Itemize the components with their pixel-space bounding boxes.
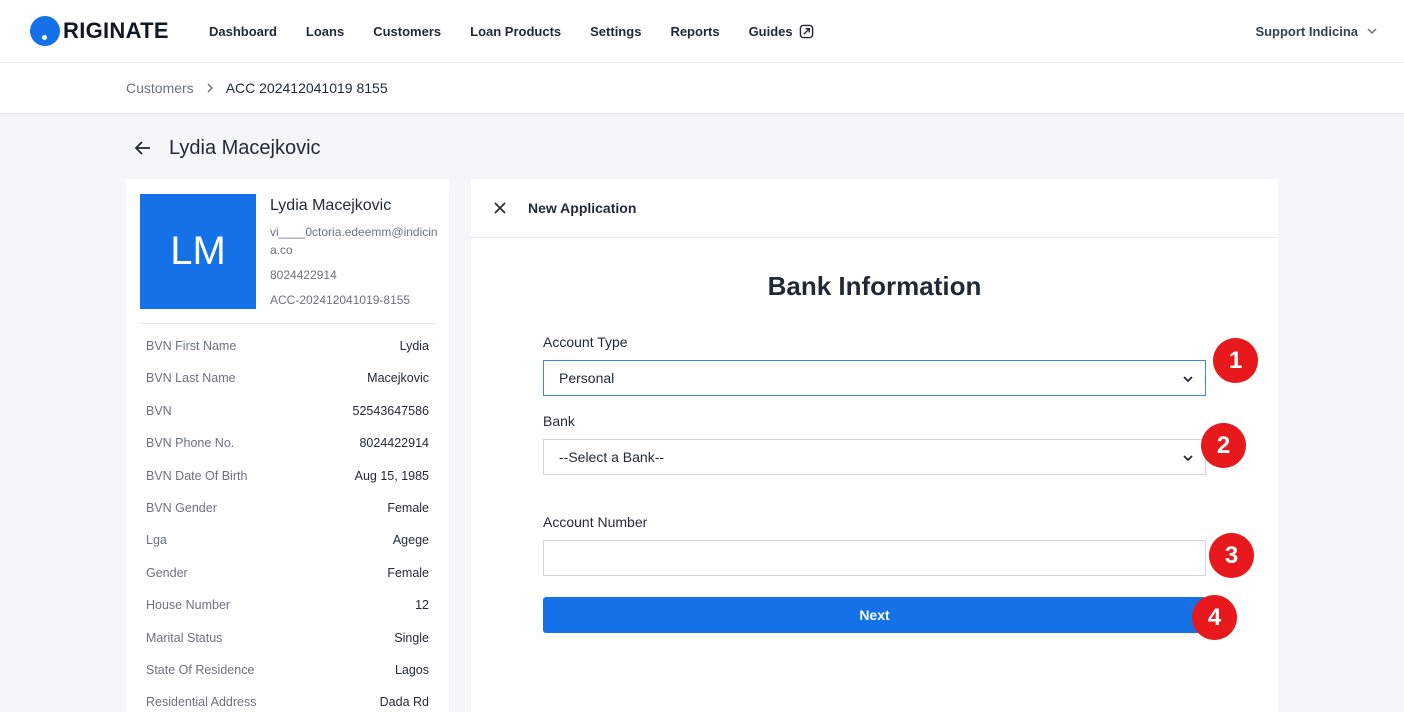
step-marker-4: 4 <box>1192 595 1237 640</box>
customer-details-list: BVN First Name Lydia BVN Last Name Macejko… <box>146 339 429 712</box>
step-marker-3: 3 <box>1209 533 1254 578</box>
nav-item-dashboard[interactable]: Dashboard <box>209 24 277 39</box>
detail-row: BVN Last Name Macejkovic <box>146 371 429 386</box>
profile-email: vi____0ctoria.edeemm@indicina.co <box>270 225 438 257</box>
bank-select[interactable]: --Select a Bank-- <box>543 439 1206 475</box>
step-marker-2: 2 <box>1201 423 1246 468</box>
panel-header: New Application <box>471 179 1278 238</box>
breadcrumb: Customers ACC 202412041019 8155 <box>126 63 388 113</box>
main-nav: Dashboard Loans Customers Loan Products … <box>209 0 843 62</box>
customer-profile-card: LM Lydia Macejkovic vi____0ctoria.edeemm… <box>126 179 449 712</box>
page-title: Lydia Macejkovic <box>169 136 321 159</box>
panel-title: New Application <box>528 200 637 216</box>
step-marker-1: 1 <box>1213 338 1258 383</box>
nav-item-loan-products[interactable]: Loan Products <box>470 24 561 39</box>
breadcrumb-bar: Customers ACC 202412041019 8155 <box>0 63 1404 114</box>
breadcrumb-current: ACC 202412041019 8155 <box>225 80 388 96</box>
account-type-value: Personal <box>559 370 615 386</box>
detail-row: BVN Gender Female <box>146 500 429 515</box>
chevron-down-icon <box>1183 455 1193 462</box>
avatar: LM <box>140 194 256 309</box>
nav-item-loans[interactable]: Loans <box>306 24 344 39</box>
next-button[interactable]: Next <box>543 597 1206 633</box>
form-heading: Bank Information <box>767 271 982 301</box>
close-icon[interactable] <box>492 200 508 216</box>
chevron-down-icon <box>1183 376 1193 383</box>
external-link-icon <box>799 24 813 38</box>
detail-row: BVN Date Of Birth Aug 15, 1985 <box>146 468 429 483</box>
user-name: Support Indicina <box>1255 23 1358 39</box>
bank-value: --Select a Bank-- <box>559 449 665 465</box>
profile-info: Lydia Macejkovic vi____0ctoria.edeemm@in… <box>270 197 438 316</box>
detail-row: Residential Address Dada Rd <box>146 695 429 710</box>
detail-row: BVN 52543647586 <box>146 403 429 418</box>
nav-item-reports[interactable]: Reports <box>670 24 719 39</box>
detail-row: State Of Residence Lagos <box>146 662 429 677</box>
breadcrumb-customers[interactable]: Customers <box>126 80 194 96</box>
logo-dot-icon <box>30 16 60 46</box>
bank-label: Bank <box>543 413 575 429</box>
nav-item-customers[interactable]: Customers <box>373 24 441 39</box>
profile-phone: 8024422914 <box>270 268 337 282</box>
logo-text: RIGINATE <box>63 18 169 43</box>
detail-row: Gender Female <box>146 565 429 580</box>
page-title-row: Lydia Macejkovic <box>134 134 321 162</box>
nav-item-settings[interactable]: Settings <box>590 24 641 39</box>
detail-row: House Number 12 <box>146 598 429 613</box>
divider <box>140 323 435 324</box>
chevron-down-icon <box>1367 28 1377 35</box>
chevron-right-icon <box>204 82 216 94</box>
new-application-panel: New Application Bank Information Account… <box>471 179 1278 712</box>
account-number-label: Account Number <box>543 514 648 530</box>
back-arrow-icon[interactable] <box>134 138 154 158</box>
account-type-select[interactable]: Personal <box>543 360 1206 396</box>
account-type-label: Account Type <box>543 334 628 350</box>
detail-row: BVN Phone No. 8024422914 <box>146 436 429 451</box>
user-menu[interactable]: Support Indicina <box>1255 0 1378 62</box>
account-number-input[interactable] <box>543 540 1206 576</box>
detail-row: BVN First Name Lydia <box>146 339 429 353</box>
profile-account: ACC-202412041019-8155 <box>270 293 411 307</box>
nav-item-guides[interactable]: Guides <box>749 24 814 39</box>
detail-row: Marital Status Single <box>146 630 429 645</box>
top-navbar: RIGINATE Dashboard Loans Customers Loan … <box>0 0 1404 63</box>
profile-name: Lydia Macejkovic <box>270 197 392 214</box>
detail-row: Lga Agege <box>146 533 429 548</box>
brand-logo[interactable]: RIGINATE <box>30 16 169 46</box>
